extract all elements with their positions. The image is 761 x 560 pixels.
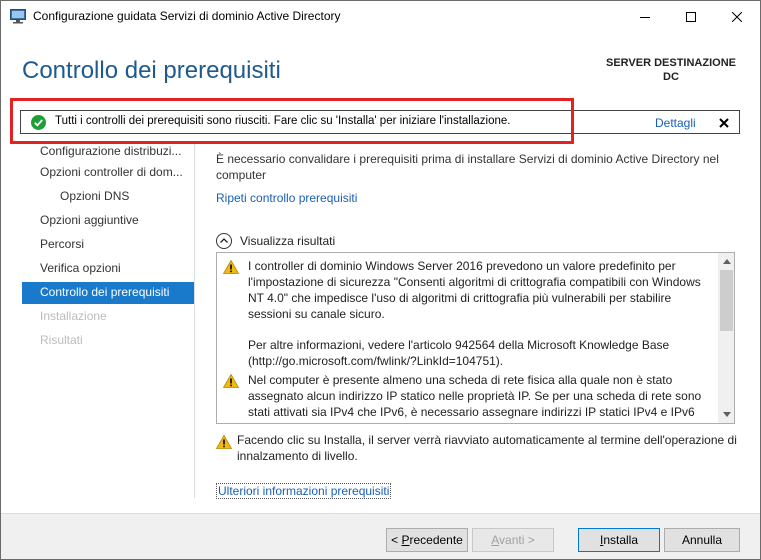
results-scrollbar[interactable] bbox=[718, 253, 734, 423]
close-icon bbox=[732, 11, 742, 22]
close-window-button[interactable] bbox=[714, 1, 760, 32]
destination-server-heading: SERVER DESTINAZIONE bbox=[606, 57, 736, 69]
previous-button-label: recedente bbox=[409, 533, 463, 547]
page-title: Controllo dei prerequisiti bbox=[22, 57, 281, 84]
more-about-prerequisites-link[interactable]: Ulteriori informazioni prerequisiti bbox=[216, 483, 392, 499]
result-text-3: Nel computer è presente almeno una sched… bbox=[248, 373, 702, 423]
minimize-icon bbox=[640, 16, 650, 18]
intro-text: È necessario convalidare i prerequisiti … bbox=[216, 152, 719, 182]
next-button-label: vanti > bbox=[499, 533, 535, 547]
install-button-label: nstalla bbox=[603, 533, 639, 547]
wizard-window: Configurazione guidata Servizi di domini… bbox=[0, 0, 761, 560]
sidebar-divider bbox=[194, 144, 195, 498]
destination-server-label: SERVER DESTINAZIONE DC bbox=[591, 56, 751, 84]
restart-warning-text: Facendo clic su Installa, il server verr… bbox=[237, 433, 737, 463]
scroll-down-button[interactable] bbox=[718, 406, 734, 423]
sidebar-item-installation: Installazione bbox=[40, 309, 107, 323]
results-list-box[interactable]: I controller di dominio Windows Server 2… bbox=[216, 252, 735, 424]
next-button-access-key: A bbox=[491, 533, 500, 547]
scroll-up-arrow-icon bbox=[722, 259, 731, 264]
destination-server-name: DC bbox=[663, 71, 679, 83]
sidebar-item-paths[interactable]: Percorsi bbox=[22, 234, 194, 256]
previous-button[interactable]: < Precedente bbox=[386, 528, 468, 552]
title-bar[interactable]: Configurazione guidata Servizi di domini… bbox=[1, 1, 760, 32]
sidebar-item-dns-options[interactable]: Opzioni DNS bbox=[22, 186, 194, 208]
chevron-up-icon bbox=[220, 238, 228, 243]
result-text-2: Per altre informazioni, vedere l'articol… bbox=[248, 338, 670, 368]
wizard-footer: < Precedente Avanti > Installa Annulla bbox=[1, 514, 760, 559]
sidebar-item-review-options[interactable]: Verifica opzioni bbox=[22, 258, 194, 280]
install-button[interactable]: Installa bbox=[578, 528, 660, 552]
warning-icon bbox=[223, 374, 239, 388]
server-manager-icon bbox=[10, 9, 26, 24]
result-item: Nel computer è presente almeno una sched… bbox=[223, 372, 713, 423]
details-link[interactable]: Dettagli bbox=[655, 116, 696, 130]
warning-icon bbox=[216, 435, 232, 449]
maximize-icon bbox=[686, 11, 696, 22]
result-text-1: I controller di dominio Windows Server 2… bbox=[248, 259, 701, 321]
sidebar-item-deployment-configuration[interactable]: Configurazione distribuzi... bbox=[22, 141, 194, 163]
collapse-circle bbox=[216, 233, 232, 249]
scroll-down-arrow-icon bbox=[722, 412, 731, 417]
rerun-prerequisites-link[interactable]: Ripeti controllo prerequisiti bbox=[216, 191, 357, 205]
maximize-button[interactable] bbox=[668, 1, 714, 32]
previous-button-prefix: < bbox=[391, 533, 402, 547]
sidebar-item-prerequisites-check[interactable]: Controllo dei prerequisiti bbox=[22, 282, 194, 304]
sidebar-item-domain-controller-options[interactable]: Opzioni controller di dom... bbox=[22, 162, 194, 184]
scrollbar-thumb[interactable] bbox=[720, 270, 733, 331]
next-button: Avanti > bbox=[472, 528, 554, 552]
window-title: Configurazione guidata Servizi di domini… bbox=[33, 9, 341, 23]
scroll-up-button[interactable] bbox=[718, 253, 734, 270]
cancel-button[interactable]: Annulla bbox=[664, 528, 740, 552]
warning-icon bbox=[223, 260, 239, 274]
minimize-button[interactable] bbox=[622, 1, 668, 32]
view-results-label: Visualizza risultati bbox=[240, 234, 336, 248]
sidebar-item-results: Risultati bbox=[40, 333, 83, 347]
view-results-toggle[interactable]: Visualizza risultati bbox=[216, 232, 416, 250]
annotation-highlight-box bbox=[10, 98, 574, 144]
dismiss-notification-icon[interactable] bbox=[718, 117, 730, 129]
sidebar-item-additional-options[interactable]: Opzioni aggiuntive bbox=[22, 210, 194, 232]
